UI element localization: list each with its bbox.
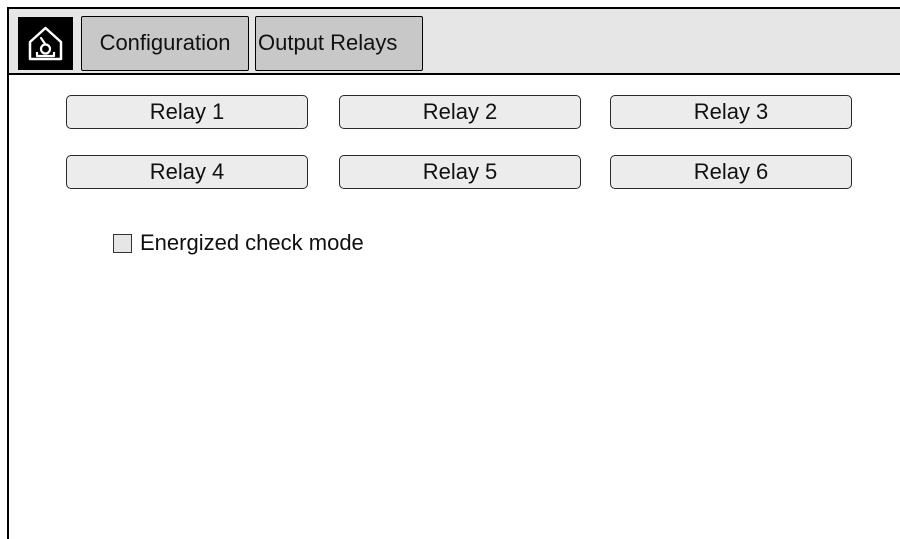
relay-4-button[interactable]: Relay 4 bbox=[66, 155, 308, 189]
home-icon bbox=[28, 26, 63, 61]
energized-check-mode-label: Energized check mode bbox=[140, 230, 364, 255]
breadcrumb-output-relays[interactable]: Output Relays bbox=[255, 16, 423, 71]
relay-3-button[interactable]: Relay 3 bbox=[610, 95, 852, 129]
relay-6-button[interactable]: Relay 6 bbox=[610, 155, 852, 189]
relay-5-button[interactable]: Relay 5 bbox=[339, 155, 581, 189]
energized-check-mode-option[interactable]: Energized check mode bbox=[113, 229, 364, 257]
screen-frame: Configuration Output Relays Relay 1 Rela… bbox=[7, 7, 900, 539]
top-bar: Configuration Output Relays bbox=[9, 9, 900, 75]
breadcrumb-configuration[interactable]: Configuration bbox=[81, 16, 249, 71]
relay-2-button[interactable]: Relay 2 bbox=[339, 95, 581, 129]
home-button[interactable] bbox=[18, 17, 73, 70]
relay-1-button[interactable]: Relay 1 bbox=[66, 95, 308, 129]
energized-check-mode-checkbox[interactable] bbox=[113, 233, 132, 253]
